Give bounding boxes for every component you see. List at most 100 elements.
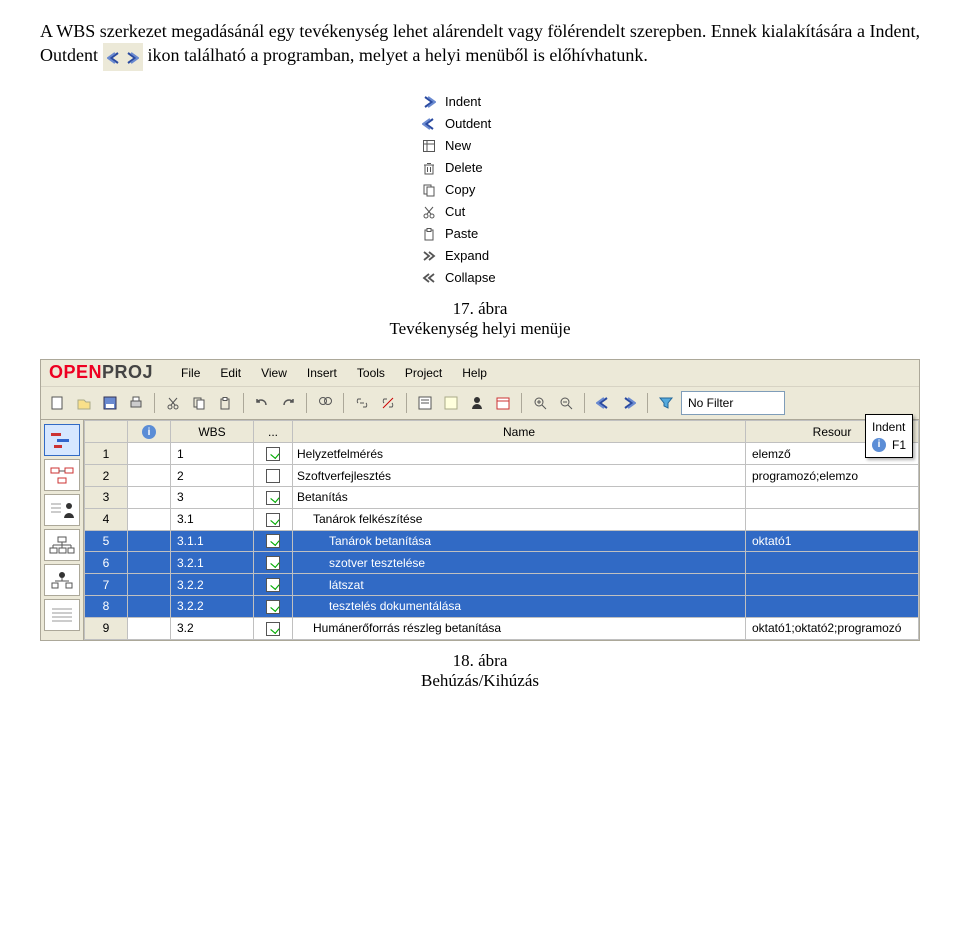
calendar-button[interactable] — [492, 392, 514, 414]
cell-name[interactable]: Helyzetfelmérés — [293, 443, 746, 465]
network-view-button[interactable] — [44, 459, 80, 491]
row-number[interactable]: 5 — [85, 530, 128, 552]
cell-wbs[interactable]: 3.2.2 — [171, 574, 254, 596]
cell-name[interactable]: Betanítás — [293, 486, 746, 508]
menu-item-outdent[interactable]: Outdent — [415, 113, 545, 135]
cell-resource[interactable]: programozó;elemzo — [746, 465, 919, 487]
checkbox-icon[interactable] — [266, 513, 280, 527]
table-row[interactable]: 83.2.2tesztelés dokumentálása — [85, 596, 919, 618]
cell-check[interactable] — [254, 617, 293, 639]
cell-wbs[interactable]: 3.1 — [171, 508, 254, 530]
col-info[interactable]: i — [128, 420, 171, 443]
row-number[interactable]: 9 — [85, 617, 128, 639]
cell-check[interactable] — [254, 508, 293, 530]
menu-item-paste[interactable]: Paste — [415, 223, 545, 245]
paste-button[interactable] — [214, 392, 236, 414]
menu-item-delete[interactable]: Delete — [415, 157, 545, 179]
cell-info[interactable] — [128, 574, 171, 596]
cut-button[interactable] — [162, 392, 184, 414]
unlink-button[interactable] — [377, 392, 399, 414]
cell-check[interactable] — [254, 443, 293, 465]
outdent-button[interactable] — [592, 392, 614, 414]
table-row[interactable]: 33Betanítás — [85, 486, 919, 508]
notes-button[interactable] — [440, 392, 462, 414]
save-button[interactable] — [99, 392, 121, 414]
checkbox-icon[interactable] — [266, 556, 280, 570]
cell-info[interactable] — [128, 486, 171, 508]
cell-resource[interactable] — [746, 552, 919, 574]
cell-wbs[interactable]: 3.2 — [171, 617, 254, 639]
checkbox-icon[interactable] — [266, 622, 280, 636]
menu-item-cut[interactable]: Cut — [415, 201, 545, 223]
new-button[interactable] — [47, 392, 69, 414]
menu-project[interactable]: Project — [395, 362, 452, 384]
cell-resource[interactable] — [746, 508, 919, 530]
indent-button[interactable] — [618, 392, 640, 414]
report-view-button[interactable] — [44, 599, 80, 631]
row-number[interactable]: 2 — [85, 465, 128, 487]
row-number[interactable]: 3 — [85, 486, 128, 508]
col-name[interactable]: Name — [293, 420, 746, 443]
cell-wbs[interactable]: 3.2.1 — [171, 552, 254, 574]
cell-wbs[interactable]: 2 — [171, 465, 254, 487]
table-row[interactable]: 9 3.2 Humánerőforrás részleg betanításaokt… — [85, 617, 919, 639]
checkbox-icon[interactable] — [266, 534, 280, 548]
link-button[interactable] — [351, 392, 373, 414]
checkbox-icon[interactable] — [266, 447, 280, 461]
undo-button[interactable] — [251, 392, 273, 414]
cell-wbs[interactable]: 1 — [171, 443, 254, 465]
filter-button[interactable] — [655, 392, 677, 414]
filter-combo[interactable]: No Filter — [681, 391, 785, 415]
cell-info[interactable] — [128, 530, 171, 552]
col-wbs[interactable]: WBS — [171, 420, 254, 443]
table-row[interactable]: 2 2 Szoftverfejlesztésprogramozó;elemzo — [85, 465, 919, 487]
cell-check[interactable] — [254, 596, 293, 618]
menu-help[interactable]: Help — [452, 362, 497, 384]
cell-wbs[interactable]: 3.2.2 — [171, 596, 254, 618]
menu-item-expand[interactable]: Expand — [415, 245, 545, 267]
cell-check[interactable] — [254, 530, 293, 552]
table-row[interactable]: 11Helyzetfelméréselemző — [85, 443, 919, 465]
menu-insert[interactable]: Insert — [297, 362, 347, 384]
cell-info[interactable] — [128, 596, 171, 618]
checkbox-icon[interactable] — [266, 578, 280, 592]
table-row[interactable]: 4 3.1 Tanárok felkészítése — [85, 508, 919, 530]
col-rownum[interactable] — [85, 420, 128, 443]
row-number[interactable]: 7 — [85, 574, 128, 596]
zoom-out-button[interactable] — [555, 392, 577, 414]
col-dots[interactable]: ... — [254, 420, 293, 443]
cell-info[interactable] — [128, 617, 171, 639]
menu-item-collapse[interactable]: Collapse — [415, 267, 545, 289]
cell-name[interactable]: Humánerőforrás részleg betanítása — [293, 617, 746, 639]
cell-info[interactable] — [128, 552, 171, 574]
copy-button[interactable] — [188, 392, 210, 414]
row-number[interactable]: 1 — [85, 443, 128, 465]
open-button[interactable] — [73, 392, 95, 414]
assign-button[interactable] — [466, 392, 488, 414]
cell-resource[interactable]: oktató1;oktató2;programozó — [746, 617, 919, 639]
wbs-view-button[interactable] — [44, 529, 80, 561]
task-info-button[interactable] — [414, 392, 436, 414]
cell-check[interactable] — [254, 486, 293, 508]
checkbox-icon[interactable] — [266, 491, 280, 505]
cell-info[interactable] — [128, 443, 171, 465]
menu-tools[interactable]: Tools — [347, 362, 395, 384]
rbs-view-button[interactable] — [44, 564, 80, 596]
table-row[interactable]: 53.1.1Tanárok betanításaoktató1 — [85, 530, 919, 552]
menu-item-indent[interactable]: Indent — [415, 91, 545, 113]
print-button[interactable] — [125, 392, 147, 414]
cell-wbs[interactable]: 3.1.1 — [171, 530, 254, 552]
menu-edit[interactable]: Edit — [210, 362, 251, 384]
cell-resource[interactable] — [746, 596, 919, 618]
find-button[interactable] — [314, 392, 336, 414]
checkbox-icon[interactable] — [266, 469, 280, 483]
cell-resource[interactable]: oktató1 — [746, 530, 919, 552]
row-number[interactable]: 8 — [85, 596, 128, 618]
menu-file[interactable]: File — [171, 362, 210, 384]
cell-resource[interactable] — [746, 486, 919, 508]
row-number[interactable]: 4 — [85, 508, 128, 530]
row-number[interactable]: 6 — [85, 552, 128, 574]
cell-name[interactable]: Tanárok felkészítése — [293, 508, 746, 530]
gantt-view-button[interactable] — [44, 424, 80, 456]
cell-name[interactable]: Szoftverfejlesztés — [293, 465, 746, 487]
